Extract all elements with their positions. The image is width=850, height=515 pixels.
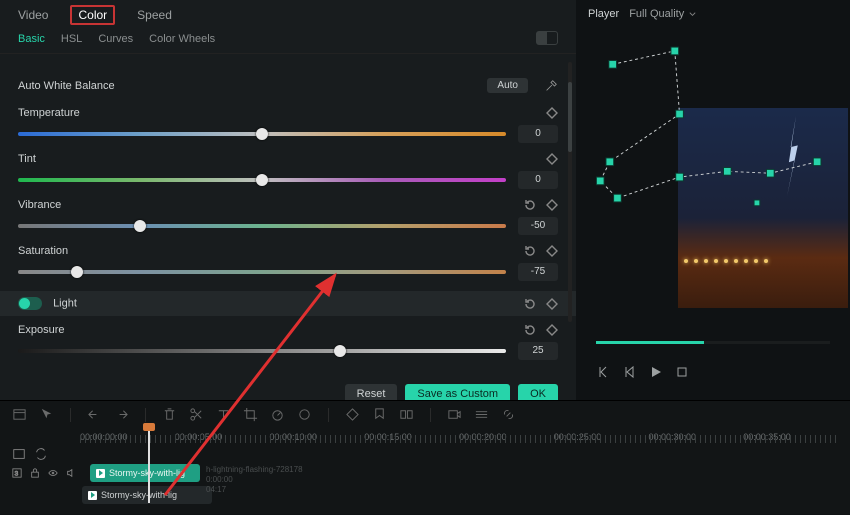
timeline-clip[interactable]: Stormy-sky-with-lig bbox=[90, 464, 200, 482]
vibrance-slider[interactable] bbox=[18, 224, 506, 228]
playhead[interactable] bbox=[148, 429, 150, 503]
temperature-label: Temperature bbox=[18, 107, 80, 119]
saturation-slider[interactable] bbox=[18, 270, 506, 274]
clip-label: Stormy-sky-with-lig bbox=[101, 490, 177, 500]
temperature-slider[interactable] bbox=[18, 132, 506, 136]
timeline-panel: 00:00:00:00 00:00:05:00 00:00:10:00 00:0… bbox=[0, 400, 850, 514]
stop-icon[interactable] bbox=[674, 364, 690, 380]
split-icon[interactable] bbox=[189, 407, 204, 422]
cursor-icon[interactable] bbox=[39, 407, 54, 422]
color-sub-tabs: Basic HSL Curves Color Wheels bbox=[0, 29, 576, 54]
reset-icon[interactable] bbox=[524, 199, 536, 211]
vibrance-value[interactable]: -50 bbox=[518, 217, 558, 235]
mute-icon[interactable] bbox=[66, 467, 76, 479]
player-controls bbox=[584, 358, 842, 380]
eye-icon[interactable] bbox=[48, 467, 58, 479]
keyframe-icon[interactable] bbox=[546, 107, 558, 119]
keyframe-tool-icon[interactable] bbox=[345, 407, 360, 422]
eyedropper-icon[interactable] bbox=[544, 79, 558, 93]
inspector-panel: Video Color Speed Basic HSL Curves Color… bbox=[0, 0, 576, 400]
tick-marks bbox=[80, 435, 838, 443]
clip-play-icon bbox=[88, 491, 97, 500]
color-controls: Auto White Balance Auto Temperature 0 Ti… bbox=[0, 54, 576, 374]
link-icon[interactable] bbox=[501, 407, 516, 422]
keyframe-icon[interactable] bbox=[546, 245, 558, 257]
svg-text:3: 3 bbox=[15, 471, 19, 478]
marker-icon[interactable] bbox=[372, 407, 387, 422]
light-section-label: Light bbox=[53, 297, 77, 309]
keyframe-icon[interactable] bbox=[546, 199, 558, 211]
mask-path[interactable] bbox=[584, 28, 842, 343]
tab-video[interactable]: Video bbox=[18, 8, 48, 25]
exposure-label: Exposure bbox=[18, 324, 64, 336]
tab-color[interactable]: Color bbox=[70, 5, 115, 25]
scrollbar[interactable] bbox=[568, 62, 572, 322]
reset-icon[interactable] bbox=[524, 324, 536, 336]
undo-icon[interactable] bbox=[87, 407, 102, 422]
reset-icon[interactable] bbox=[524, 298, 536, 310]
clip-label: Stormy-sky-with-lig bbox=[109, 468, 185, 478]
subtab-color-wheels[interactable]: Color Wheels bbox=[149, 33, 215, 45]
crop-icon[interactable] bbox=[243, 407, 258, 422]
keyframe-icon[interactable] bbox=[546, 324, 558, 336]
group-icon[interactable] bbox=[399, 407, 414, 422]
lock-icon[interactable] bbox=[30, 467, 40, 479]
saturation-label: Saturation bbox=[18, 245, 68, 257]
subtab-basic[interactable]: Basic bbox=[18, 33, 45, 45]
player-panel: Player Full Quality bbox=[576, 0, 850, 400]
track-header-icon[interactable] bbox=[12, 447, 26, 461]
play-icon[interactable] bbox=[648, 364, 664, 380]
step-back-icon[interactable] bbox=[622, 364, 638, 380]
tint-label: Tint bbox=[18, 153, 36, 165]
sync-icon[interactable] bbox=[34, 447, 48, 461]
saturation-value[interactable]: -75 bbox=[518, 263, 558, 281]
track-enable-icon[interactable]: 3 bbox=[12, 467, 22, 479]
prev-frame-icon[interactable] bbox=[596, 364, 612, 380]
compare-toggle-icon[interactable] bbox=[536, 31, 558, 45]
tint-slider[interactable] bbox=[18, 178, 506, 182]
reset-icon[interactable] bbox=[524, 245, 536, 257]
tint-value[interactable]: 0 bbox=[518, 171, 558, 189]
color-tool-icon[interactable] bbox=[297, 407, 312, 422]
subtab-hsl[interactable]: HSL bbox=[61, 33, 82, 45]
clip-metadata-ghost: h-lightning-flashing-728178 0:00:00 04:1… bbox=[206, 465, 303, 495]
vibrance-label: Vibrance bbox=[18, 199, 61, 211]
player-progress[interactable] bbox=[596, 341, 830, 344]
clip-play-icon bbox=[96, 469, 105, 478]
delete-icon[interactable] bbox=[162, 407, 177, 422]
light-toggle[interactable] bbox=[18, 297, 42, 310]
track-controls: 3 bbox=[12, 467, 76, 479]
awb-label: Auto White Balance bbox=[18, 80, 115, 92]
speed-icon[interactable] bbox=[270, 407, 285, 422]
timeline-toolbar bbox=[0, 401, 850, 428]
exposure-slider[interactable] bbox=[18, 349, 506, 353]
temperature-value[interactable]: 0 bbox=[518, 125, 558, 143]
media-icon[interactable] bbox=[12, 407, 27, 422]
exposure-value[interactable]: 25 bbox=[518, 342, 558, 360]
keyframe-icon[interactable] bbox=[546, 298, 558, 310]
inspector-top-tabs: Video Color Speed bbox=[0, 0, 576, 29]
redo-icon[interactable] bbox=[114, 407, 129, 422]
tab-speed[interactable]: Speed bbox=[137, 8, 172, 25]
record-icon[interactable] bbox=[447, 407, 462, 422]
player-label: Player bbox=[588, 8, 619, 20]
timeline-clip[interactable]: Stormy-sky-with-lig bbox=[82, 486, 212, 504]
auto-button[interactable]: Auto bbox=[487, 78, 528, 93]
keyframe-icon[interactable] bbox=[546, 153, 558, 165]
track-icon[interactable] bbox=[474, 407, 489, 422]
preview-viewport[interactable] bbox=[584, 28, 842, 358]
subtab-curves[interactable]: Curves bbox=[98, 33, 133, 45]
text-icon[interactable] bbox=[216, 407, 231, 422]
quality-dropdown[interactable]: Full Quality bbox=[629, 8, 697, 20]
